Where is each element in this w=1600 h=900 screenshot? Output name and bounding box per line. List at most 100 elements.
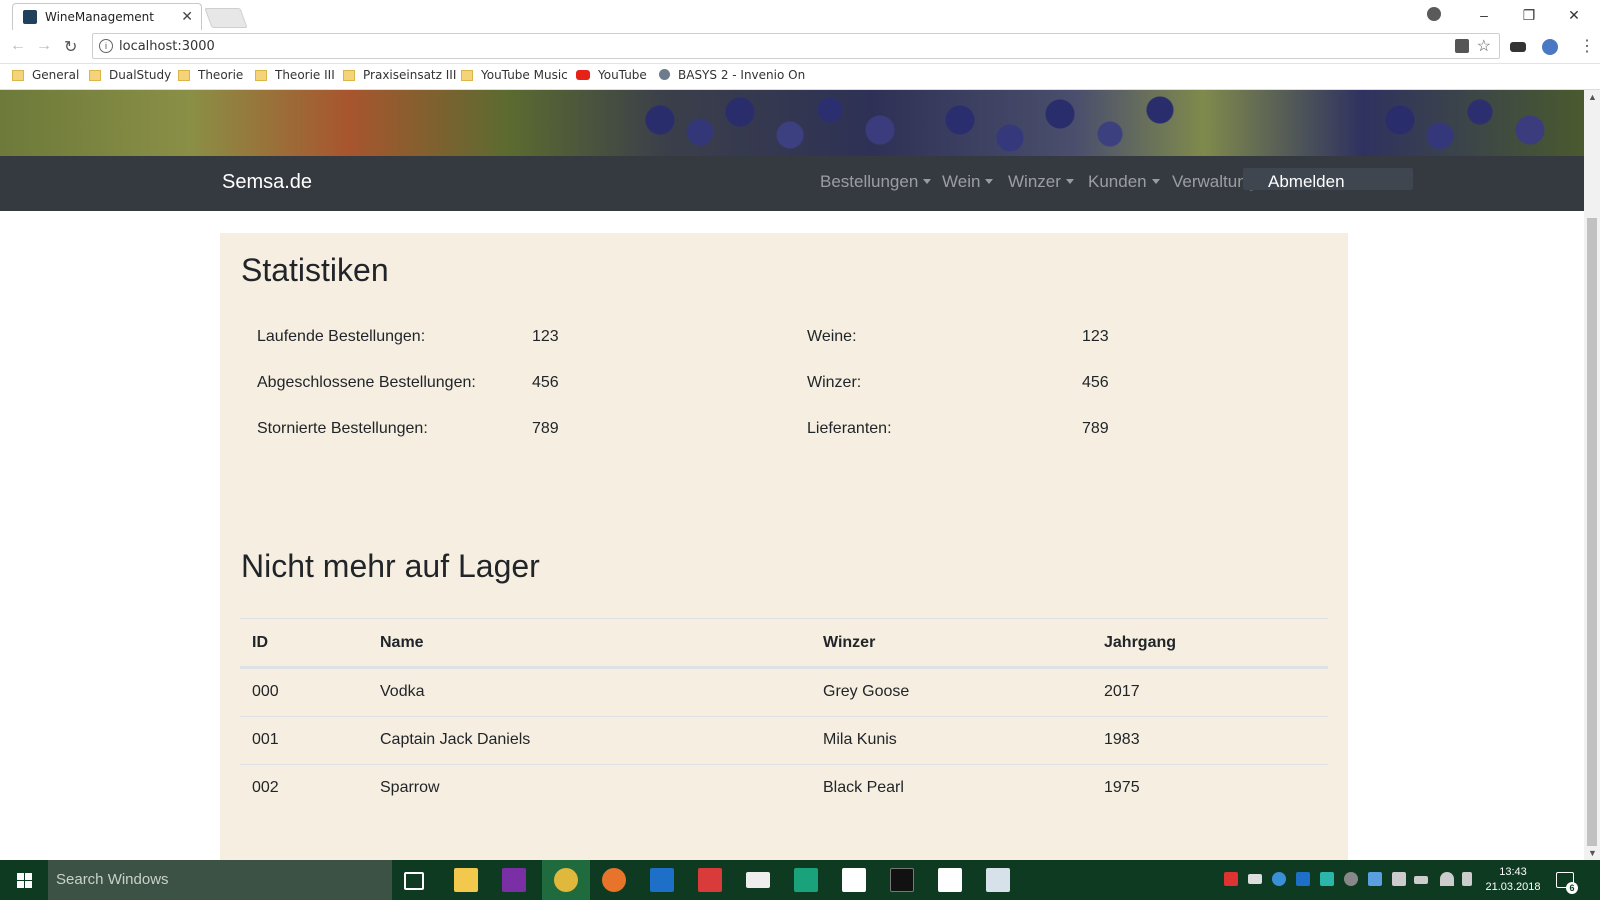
page-scrollbar[interactable]: ▲ ▼ <box>1584 90 1600 860</box>
folder-icon <box>343 70 355 81</box>
taskbar-search[interactable]: Search Windows <box>48 860 392 900</box>
bookmark-theorie-iii[interactable]: Theorie III <box>255 68 335 82</box>
brand-link[interactable]: Semsa.de <box>222 171 312 194</box>
acrobat-icon[interactable] <box>938 868 962 892</box>
column-header[interactable]: Name <box>380 634 424 652</box>
grapes-banner-image <box>0 90 1584 156</box>
outlook-icon[interactable] <box>650 868 674 892</box>
bookmark-dualstudy[interactable]: DualStudy <box>89 68 171 82</box>
url-bar[interactable]: i localhost:3000 ☆ <box>92 33 1500 59</box>
task-view-icon[interactable] <box>404 872 424 890</box>
minimize-button[interactable]: – <box>1470 4 1498 26</box>
cell-winzer: Grey Goose <box>823 683 910 700</box>
file-explorer-icon[interactable] <box>454 868 478 892</box>
bookmark-star-icon[interactable]: ☆ <box>1477 36 1491 56</box>
url-text[interactable]: localhost:3000 <box>119 39 215 54</box>
taskbar-search-placeholder: Search Windows <box>56 871 169 888</box>
stat-value: 123 <box>1082 328 1109 345</box>
app-red-icon[interactable] <box>698 868 722 892</box>
bookmark-praxiseinsatz-iii[interactable]: Praxiseinsatz III <box>343 68 456 82</box>
bookmark-theorie[interactable]: Theorie <box>178 68 243 82</box>
table-row[interactable]: 002 Sparrow Black Pearl 1975 <box>240 764 1328 812</box>
nav-bestellungen[interactable]: Bestellungen <box>820 172 932 192</box>
tray-wifi-icon[interactable] <box>1440 872 1454 886</box>
webstorm-icon[interactable] <box>794 868 818 892</box>
reload-icon[interactable]: ↻ <box>64 37 77 57</box>
cell-id: 000 <box>252 683 279 700</box>
folder-icon <box>255 70 267 81</box>
close-window-button[interactable]: ✕ <box>1560 4 1588 26</box>
column-header[interactable]: Winzer <box>823 634 875 652</box>
windows-logo-icon <box>17 873 32 888</box>
tab-close-icon[interactable]: ✕ <box>181 8 193 25</box>
stat-value: 789 <box>532 420 559 437</box>
stat-label: Lieferanten: <box>807 420 892 437</box>
tray-volume-icon[interactable] <box>1462 872 1472 886</box>
extension-glasses-icon[interactable] <box>1510 42 1526 52</box>
stat-value: 456 <box>1082 374 1109 391</box>
profile-icon[interactable] <box>1427 7 1441 21</box>
back-arrow-icon[interactable]: ← <box>10 37 26 55</box>
caret-down-icon <box>1065 179 1074 184</box>
translate-icon[interactable] <box>1455 39 1469 53</box>
virtualbox-icon[interactable] <box>986 868 1010 892</box>
table-row[interactable]: 001 Captain Jack Daniels Mila Kunis 1983 <box>240 716 1328 764</box>
browser-menu-icon[interactable]: ⋮ <box>1579 36 1595 56</box>
tray-network-icon[interactable] <box>1368 872 1382 886</box>
restore-button[interactable]: ❐ <box>1515 4 1543 26</box>
caret-down-icon <box>923 179 932 184</box>
stats-title: Statistiken <box>241 252 389 288</box>
new-tab-button[interactable] <box>204 8 248 28</box>
cell-jahrgang: 1975 <box>1104 779 1140 796</box>
clock-date: 21.03.2018 <box>1485 881 1541 893</box>
scroll-up-icon[interactable]: ▲ <box>1588 92 1597 102</box>
cell-winzer: Black Pearl <box>823 779 904 796</box>
forward-arrow-icon[interactable]: → <box>36 37 52 55</box>
firefox-icon[interactable] <box>602 868 626 892</box>
chrome-icon[interactable] <box>554 868 578 892</box>
table-row[interactable]: 000 Vodka Grey Goose 2017 <box>240 668 1328 716</box>
cell-name: Vodka <box>380 683 425 700</box>
stat-value: 456 <box>532 374 559 391</box>
bookmark-youtube[interactable]: YouTube <box>576 68 647 82</box>
start-button[interactable] <box>0 860 48 900</box>
scroll-down-icon[interactable]: ▼ <box>1588 848 1597 858</box>
caret-down-icon <box>985 179 994 184</box>
info-icon[interactable]: i <box>99 39 113 53</box>
stat-label: Stornierte Bestellungen: <box>257 420 428 437</box>
tray-cloud-icon[interactable] <box>1272 872 1286 886</box>
column-header[interactable]: ID <box>252 634 268 652</box>
folder-icon <box>12 70 24 81</box>
mongodb-icon[interactable] <box>842 868 866 892</box>
nav-wein[interactable]: Wein <box>942 172 994 192</box>
tray-display-icon[interactable] <box>1392 872 1406 886</box>
mail-icon[interactable] <box>746 872 770 888</box>
stat-label: Weine: <box>807 328 857 345</box>
cell-name: Sparrow <box>380 779 440 796</box>
taskbar-clock[interactable]: 13:43 21.03.2018 <box>1478 865 1548 895</box>
terminal-icon[interactable] <box>890 868 914 892</box>
browser-tabstrip: WineManagement ✕ – ❐ ✕ <box>0 0 1600 30</box>
bookmark-general[interactable]: General <box>12 68 79 82</box>
logout-link[interactable]: Abmelden <box>1268 172 1345 192</box>
nav-winzer[interactable]: Winzer <box>1008 172 1074 192</box>
tab-title: WineManagement <box>45 10 154 24</box>
tray-battery-icon[interactable] <box>1414 876 1428 884</box>
extension-globe-icon[interactable] <box>1542 39 1558 55</box>
cell-id: 002 <box>252 779 279 796</box>
browser-tab[interactable]: WineManagement ✕ <box>12 3 202 30</box>
bookmark-youtube-music[interactable]: YouTube Music <box>461 68 568 82</box>
dashboard-panel: Statistiken Laufende Bestellungen: 123 A… <box>220 233 1348 860</box>
column-header[interactable]: Jahrgang <box>1104 634 1176 652</box>
onenote-icon[interactable] <box>502 868 526 892</box>
tray-shield-icon[interactable] <box>1224 872 1238 886</box>
tray-it-icon[interactable] <box>1320 872 1334 886</box>
cell-id: 001 <box>252 731 279 748</box>
tray-outlook-icon[interactable] <box>1296 872 1310 886</box>
scroll-thumb[interactable] <box>1587 218 1597 846</box>
tray-app-icon[interactable] <box>1344 872 1358 886</box>
tray-mail-icon[interactable] <box>1248 874 1262 884</box>
nav-kunden[interactable]: Kunden <box>1088 172 1160 192</box>
stat-label: Laufende Bestellungen: <box>257 328 426 345</box>
bookmark-basys[interactable]: BASYS 2 - Invenio On <box>659 68 805 82</box>
